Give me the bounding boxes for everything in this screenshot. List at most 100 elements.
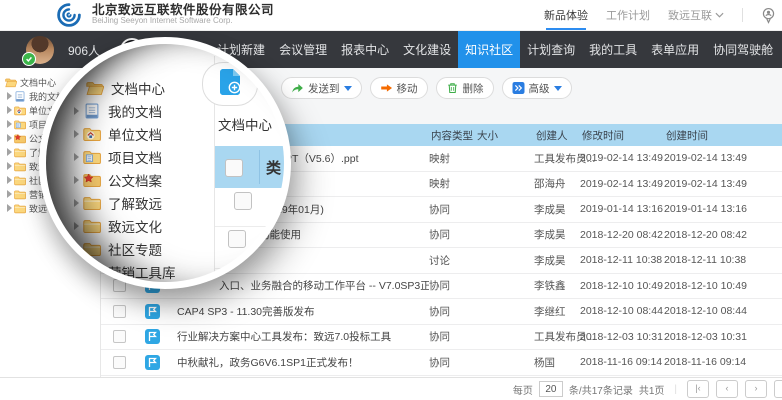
user-count[interactable]: 906人 xyxy=(68,42,100,59)
lens-tree-item[interactable]: 公文档案 xyxy=(74,168,176,191)
expand-arrow-icon[interactable] xyxy=(7,106,12,114)
folder-icon xyxy=(14,189,26,200)
page-button[interactable]: ›| xyxy=(774,380,782,398)
records-count: 条/共17条记录 xyxy=(569,382,633,397)
top-link[interactable]: 新品体验 xyxy=(544,7,588,23)
lens-row-checkbox[interactable] xyxy=(234,192,252,210)
nav-tab[interactable]: 报表中心 xyxy=(334,31,396,69)
creator: 李铁鑫 xyxy=(534,278,580,293)
top-link[interactable]: 致远互联 xyxy=(668,7,724,23)
expand-arrow-icon[interactable] xyxy=(7,134,12,142)
page-folder-icon xyxy=(14,119,26,130)
row-checkbox[interactable] xyxy=(113,305,126,318)
lens-row-checkbox[interactable] xyxy=(228,230,246,248)
creator: 李成昊 xyxy=(534,202,580,217)
created-time: 2018-11-16 09:14 xyxy=(664,356,782,368)
expand-arrow-icon[interactable] xyxy=(7,176,12,184)
lens-select-all-checkbox[interactable] xyxy=(225,159,243,177)
top-link[interactable]: 工作计划 xyxy=(606,7,650,23)
page-size-input[interactable] xyxy=(539,381,563,397)
nav-tab[interactable]: 协同驾驶舱 xyxy=(706,31,780,69)
send-icon xyxy=(291,82,304,94)
per-page-label: 每页 xyxy=(513,382,533,397)
column-size[interactable]: 大小 xyxy=(475,128,534,143)
new-document-icon xyxy=(217,68,243,101)
column-modified[interactable]: 修改时间 xyxy=(580,128,664,143)
magnifier-lens: 文档中心 我的文档 单位文档 项目文档 xyxy=(39,37,291,289)
lens-table-header: 类 xyxy=(215,146,291,188)
document-title[interactable]: CAP4 SP3 - 11.30完善版发布 xyxy=(177,304,429,319)
nav-tab[interactable]: 我的工具 xyxy=(582,31,644,69)
lens-tree-item[interactable]: 社区专题 xyxy=(74,237,176,260)
expand-arrow-icon[interactable] xyxy=(74,199,79,207)
expand-arrow-icon[interactable] xyxy=(7,92,12,100)
pagination-bar: 每页 条/共17条记录 共1页 | |‹ ‹ › ›| xyxy=(0,377,782,400)
toolbar-button[interactable]: 删除 xyxy=(436,77,494,99)
nav-tab[interactable]: 计划查询 xyxy=(520,31,582,69)
lens-column-divider xyxy=(259,150,260,184)
lens-tree-item[interactable]: 了解致远 xyxy=(74,191,176,214)
nav-tab[interactable]: 表单应用 xyxy=(644,31,706,69)
lens-tree-item[interactable]: 致远文化 xyxy=(74,214,176,237)
lens-tree-item[interactable]: 单位文档 xyxy=(74,122,176,145)
expand-arrow-icon[interactable] xyxy=(74,176,79,184)
document-title[interactable]: 行业解决方案中心工具发布：致远7.0投标工具 xyxy=(177,329,429,344)
divider xyxy=(742,8,743,22)
nav-tab[interactable]: 知识社区 xyxy=(458,31,520,69)
nav-tab[interactable]: 会议管理 xyxy=(272,31,334,69)
document-icon xyxy=(137,355,177,370)
toolbar-button[interactable]: 发送到 xyxy=(281,77,362,99)
page-button[interactable]: › xyxy=(745,380,767,398)
expand-arrow-icon[interactable] xyxy=(74,153,79,161)
creator: 工具发布员... xyxy=(534,329,580,344)
expand-arrow-icon[interactable] xyxy=(7,190,12,198)
company-name-en: BeiJing Seeyon Internet Software Corp. xyxy=(92,17,274,25)
lens-tree-item[interactable]: 我的文档 xyxy=(74,99,176,122)
page-button[interactable]: ‹ xyxy=(716,380,738,398)
folder-icon xyxy=(14,175,26,186)
lens-tree-root[interactable]: 文档中心 xyxy=(86,78,165,98)
nav-tab[interactable]: 文化建设 xyxy=(396,31,458,69)
modified-time: 2018-11-16 09:14 xyxy=(580,356,664,368)
expand-arrow-icon[interactable] xyxy=(74,130,79,138)
lens-folder-tab[interactable]: 文档中心 xyxy=(218,114,272,134)
created-time: 2018-12-11 10:38 xyxy=(664,254,782,266)
tilted-folder-icon xyxy=(83,264,101,280)
table-row[interactable]: CAP4 SP3 - 11.30完善版发布 协同 李继红 2018-12-10 … xyxy=(101,299,782,325)
row-checkbox[interactable] xyxy=(113,330,126,343)
page-count: 共1页 xyxy=(639,382,665,397)
toolbar-button[interactable]: 移动 xyxy=(370,77,428,99)
expand-arrow-icon[interactable] xyxy=(74,245,79,253)
modified-time: 2019-02-14 13:49 xyxy=(580,152,664,164)
table-row[interactable]: 中秋献礼，政务G6V6.1SP1正式发布！ 协同 杨国 2018-11-16 0… xyxy=(101,350,782,376)
document-title[interactable]: 中秋献礼，政务G6V6.1SP1正式发布！ xyxy=(177,355,429,370)
expand-arrow-icon[interactable] xyxy=(74,222,79,230)
user-avatar[interactable] xyxy=(26,36,54,64)
expand-arrow-icon[interactable] xyxy=(7,162,12,170)
table-row[interactable]: 行业解决方案中心工具发布：致远7.0投标工具 协同 工具发布员... 2018-… xyxy=(101,325,782,351)
created-time: 2019-02-14 13:49 xyxy=(664,152,782,164)
row-checkbox[interactable] xyxy=(113,356,126,369)
created-time: 2018-12-20 08:42 xyxy=(664,229,782,241)
expand-arrow-icon[interactable] xyxy=(74,107,79,115)
expand-arrow-icon[interactable] xyxy=(7,120,12,128)
folder-icon xyxy=(14,147,26,158)
column-creator[interactable]: 创建人 xyxy=(534,128,580,143)
lens-tree-item[interactable]: 营销工具库 xyxy=(74,260,176,283)
expand-arrow-icon[interactable] xyxy=(74,268,79,276)
modified-time: 2018-12-11 10:38 xyxy=(580,254,664,266)
contact-pin-icon[interactable] xyxy=(761,7,776,24)
column-created[interactable]: 创建时间 xyxy=(664,128,782,143)
expand-arrow-icon[interactable] xyxy=(7,204,12,212)
page-button[interactable]: |‹ xyxy=(687,380,709,398)
lens-tree-item[interactable]: 项目文档 xyxy=(74,145,176,168)
content-type: 协同 xyxy=(429,329,475,344)
column-content-type[interactable]: 内容类型 xyxy=(429,128,475,143)
created-time: 2018-12-03 10:31 xyxy=(664,331,782,343)
modified-time: 2018-12-03 10:31 xyxy=(580,331,664,343)
lens-new-document-button[interactable] xyxy=(202,62,258,106)
creator: 李继红 xyxy=(534,304,580,319)
expand-arrow-icon[interactable] xyxy=(7,148,12,156)
creator: 杨国 xyxy=(534,355,580,370)
toolbar-button[interactable]: 高级 xyxy=(502,77,572,99)
